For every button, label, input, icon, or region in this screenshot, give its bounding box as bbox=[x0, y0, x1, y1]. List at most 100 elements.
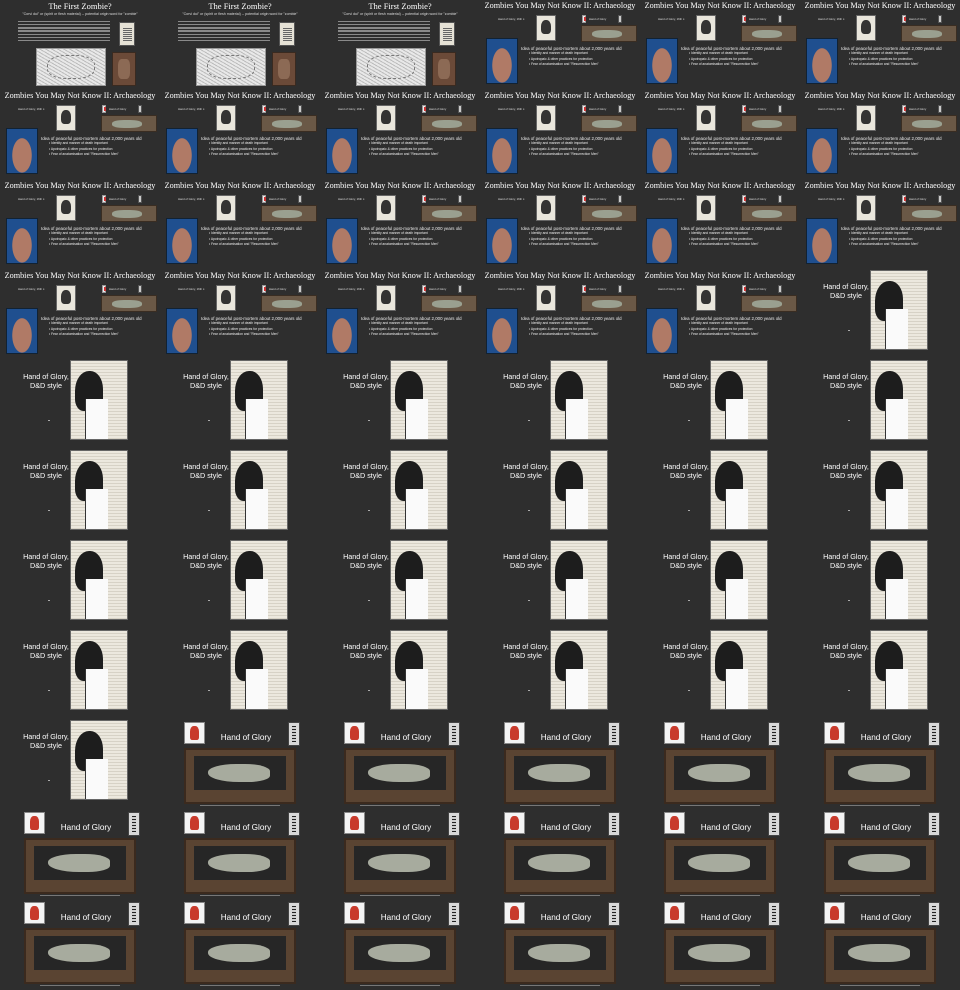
slide-thumbnail[interactable]: Hand of Glory, D&D style bbox=[0, 720, 160, 810]
slide-thumbnail[interactable]: Hand of Glory, D&D style bbox=[320, 360, 480, 450]
slide-title: Hand of Glory, D&D style bbox=[18, 552, 74, 570]
decorative-dot bbox=[208, 420, 210, 421]
slide-thumbnail[interactable]: Hand of Glory bbox=[0, 810, 160, 900]
slide-thumbnail[interactable]: Hand of Glory, D&D style bbox=[800, 540, 960, 630]
bullet-item: • Fear of anatomisation and "Resurrectio… bbox=[849, 62, 919, 67]
slide-title-line: Hand of Glory, bbox=[343, 642, 389, 651]
slide-thumbnail[interactable]: Zombies You May Not Know II: Archaeology… bbox=[320, 270, 480, 360]
slide-thumbnail[interactable]: Hand of Glory, D&D style bbox=[160, 360, 320, 450]
skeleton-icon bbox=[138, 285, 142, 293]
slide-thumbnail[interactable]: Hand of Glory bbox=[480, 900, 640, 990]
skeleton-icon bbox=[448, 902, 460, 926]
slide-thumbnail[interactable]: Zombies You May Not Know II: Archaeology… bbox=[480, 90, 640, 180]
slide-thumbnail[interactable]: Zombies You May Not Know II: Archaeology… bbox=[640, 0, 800, 90]
slide-thumbnail[interactable]: Hand of Glory, D&D style bbox=[640, 450, 800, 540]
slide-thumbnail[interactable]: Zombies You May Not Know II: Archaeology… bbox=[640, 180, 800, 270]
slide-thumbnail[interactable]: Hand of Glory, D&D style bbox=[0, 540, 160, 630]
slide-thumbnail[interactable]: Hand of Glory, D&D style bbox=[480, 630, 640, 720]
slide-thumbnail[interactable]: Zombies You May Not Know II: Archaeology… bbox=[160, 180, 320, 270]
slide-thumbnail[interactable]: Hand of Glory, D&D style bbox=[480, 450, 640, 540]
slide-thumbnail[interactable]: Hand of Glory, D&D style bbox=[320, 630, 480, 720]
hand-in-box-image bbox=[664, 748, 776, 804]
image-caption-line bbox=[360, 985, 440, 986]
slide-thumbnail[interactable]: Hand of Glory bbox=[640, 810, 800, 900]
slide-thumbnail[interactable]: Hand of Glory, D&D style bbox=[320, 540, 480, 630]
slide-thumbnail[interactable]: Hand of Glory, D&D style bbox=[800, 630, 960, 720]
slide-thumbnail[interactable]: Hand of Glory, D&D style bbox=[640, 540, 800, 630]
slide-thumbnail[interactable]: Hand of Glory bbox=[800, 810, 960, 900]
hand-icon bbox=[24, 902, 45, 924]
hand-icon bbox=[664, 902, 685, 924]
slide-thumbnail[interactable]: Hand of Glory, D&D style bbox=[0, 630, 160, 720]
slide-thumbnail[interactable]: Hand of Glory bbox=[160, 900, 320, 990]
book-page-image bbox=[550, 540, 608, 620]
slide-thumbnail[interactable]: Zombies You May Not Know II: Archaeology… bbox=[480, 270, 640, 360]
slide-thumbnail[interactable]: Zombies You May Not Know II: Archaeology… bbox=[640, 270, 800, 360]
slide-thumbnail[interactable]: Hand of Glory bbox=[160, 720, 320, 810]
slide-thumbnail[interactable]: Zombies You May Not Know II: Archaeology… bbox=[0, 270, 160, 360]
slide-thumbnail[interactable]: Hand of Glory, D&D style bbox=[0, 450, 160, 540]
slide-title: Hand of Glory, D&D style bbox=[818, 462, 874, 480]
slide-thumbnail[interactable]: Hand of Glory bbox=[640, 900, 800, 990]
slide-thumbnail[interactable]: Hand of Glory, D&D style bbox=[640, 630, 800, 720]
slide-thumbnail[interactable]: Hand of Glory, D&D style bbox=[800, 270, 960, 360]
slide-thumbnail[interactable]: Zombies You May Not Know II: Archaeology… bbox=[800, 0, 960, 90]
portrait-image bbox=[856, 15, 876, 41]
hand-icon bbox=[24, 812, 45, 834]
hand-in-box-image bbox=[824, 928, 936, 984]
slide-thumbnail[interactable]: Hand of Glory, D&D style bbox=[320, 450, 480, 540]
slide-thumbnail[interactable]: Zombies You May Not Know II: Archaeology… bbox=[800, 90, 960, 180]
slide-thumbnail[interactable]: Hand of Glory bbox=[0, 900, 160, 990]
decorative-dot bbox=[848, 510, 850, 511]
slide-title: Hand of Glory bbox=[220, 733, 272, 742]
slide-thumbnail[interactable]: Zombies You May Not Know II: Archaeology… bbox=[0, 180, 160, 270]
slide-thumbnail[interactable]: Zombies You May Not Know II: Archaeology… bbox=[0, 90, 160, 180]
slide-thumbnail[interactable]: Hand of Glory, D&D style bbox=[160, 540, 320, 630]
slide-thumbnail[interactable]: Hand of Glory, D&D style bbox=[480, 360, 640, 450]
slide-thumbnail[interactable]: Hand of Glory bbox=[320, 720, 480, 810]
slide-thumbnail[interactable]: Hand of Glory bbox=[480, 810, 640, 900]
hand-in-box-image bbox=[824, 838, 936, 894]
slide-thumbnail[interactable]: Hand of Glory, D&D style bbox=[800, 360, 960, 450]
slide-thumbnail[interactable]: Zombies You May Not Know II: Archaeology… bbox=[160, 90, 320, 180]
slide-thumbnail[interactable]: The First Zombie? "Corvi dui" or (spirit… bbox=[320, 0, 480, 90]
slide-thumbnail[interactable]: Zombies You May Not Know II: Archaeology… bbox=[160, 270, 320, 360]
slide-thumbnail[interactable]: Zombies You May Not Know II: Archaeology… bbox=[480, 0, 640, 90]
slide-thumbnail[interactable]: Hand of Glory bbox=[320, 810, 480, 900]
slide-title: Hand of Glory bbox=[220, 823, 272, 832]
slide-thumbnail[interactable]: Zombies You May Not Know II: Archaeology… bbox=[480, 180, 640, 270]
slide-thumbnail[interactable]: Zombies You May Not Know II: Archaeology… bbox=[320, 180, 480, 270]
slide-thumbnail[interactable]: Hand of Glory, D&D style bbox=[160, 450, 320, 540]
slide-thumbnail[interactable]: Zombies You May Not Know II: Archaeology… bbox=[320, 90, 480, 180]
slide-title-line: D&D style bbox=[830, 651, 862, 660]
slide-thumbnail[interactable]: Hand of Glory, D&D style bbox=[0, 360, 160, 450]
slide-thumbnail[interactable]: Zombies You May Not Know II: Archaeology… bbox=[800, 180, 960, 270]
slide-thumbnail[interactable]: Hand of Glory bbox=[480, 720, 640, 810]
slide-title: Hand of Glory, D&D style bbox=[178, 372, 234, 390]
slide-thumbnail[interactable]: Zombies You May Not Know II: Archaeology… bbox=[640, 90, 800, 180]
manuscript-image bbox=[439, 22, 455, 46]
portrait-caption: Hand of Glory, 16th c. bbox=[818, 17, 845, 21]
slide-thumbnail[interactable]: Hand of Glory, D&D style bbox=[160, 630, 320, 720]
slide-thumbnail[interactable]: The First Zombie? "Corvi dui" or (spirit… bbox=[0, 0, 160, 90]
slide-thumbnail[interactable]: Hand of Glory bbox=[640, 720, 800, 810]
slide-title-line: Hand of Glory, bbox=[503, 372, 549, 381]
manuscript-image bbox=[279, 22, 295, 46]
slide-thumbnail[interactable]: Hand of Glory bbox=[320, 900, 480, 990]
slide-thumbnail[interactable]: Hand of Glory, D&D style bbox=[800, 450, 960, 540]
portrait-image bbox=[536, 195, 556, 221]
slide-thumbnail[interactable]: Hand of Glory bbox=[160, 810, 320, 900]
slide-title: Hand of Glory, D&D style bbox=[338, 372, 394, 390]
book-page-image bbox=[870, 270, 928, 350]
hand-icon bbox=[262, 195, 266, 203]
slide-thumbnail[interactable]: Hand of Glory, D&D style bbox=[640, 360, 800, 450]
bullet-item: • Fear of anatomisation and "Resurrectio… bbox=[209, 242, 279, 247]
slide-thumbnail[interactable]: Hand of Glory bbox=[800, 720, 960, 810]
hand-icon bbox=[582, 285, 586, 293]
bellarmine-jar-image bbox=[646, 38, 678, 84]
bellarmine-jar-image bbox=[806, 218, 838, 264]
hand-in-box-image bbox=[504, 748, 616, 804]
slide-thumbnail[interactable]: Hand of Glory, D&D style bbox=[480, 540, 640, 630]
slide-thumbnail[interactable]: The First Zombie? "Corvi dui" or (spirit… bbox=[160, 0, 320, 90]
slide-thumbnail[interactable]: Hand of Glory bbox=[800, 900, 960, 990]
